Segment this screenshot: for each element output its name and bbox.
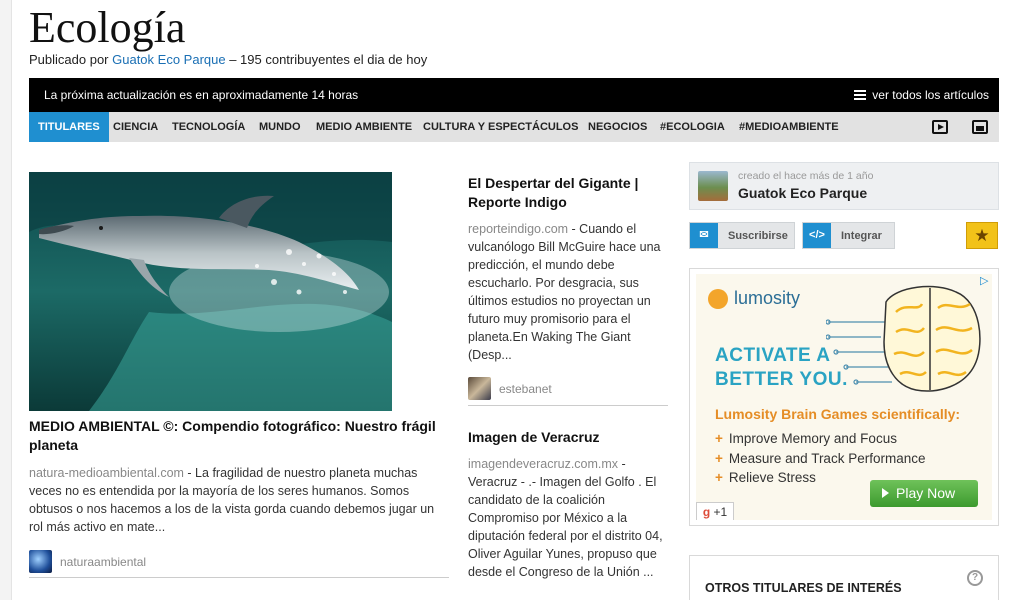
google-plus-one-label: +1 [713, 505, 728, 519]
author-avatar [468, 377, 491, 400]
category-nav: TITULARES CIENCIA TECNOLOGÍA MUNDO MEDIO… [29, 112, 999, 142]
lumosity-logo: lumosity [708, 288, 800, 309]
code-icon: </> [803, 223, 831, 248]
curator-avatar [698, 171, 728, 201]
help-icon[interactable]: ? [967, 570, 983, 586]
ad-bullet: + Measure and Track Performance [715, 450, 926, 466]
image-icon[interactable] [972, 120, 988, 134]
view-all-articles-link[interactable]: ver todos los artículos [854, 88, 989, 102]
tab-tecnologia[interactable]: TECNOLOGÍA [172, 112, 245, 142]
article-3-body: imagendeveracruz.com.mx - Veracruz - .- … [468, 455, 668, 581]
subscribe-button[interactable]: ✉ Suscribirse [689, 222, 795, 249]
article-3-source[interactable]: imagendeveracruz.com.mx [468, 457, 618, 471]
article-2-body: reporteindigo.com - Cuando el vulcanólog… [468, 220, 668, 364]
divider [468, 405, 668, 406]
byline-prefix: Publicado por [29, 52, 113, 67]
article-2-excerpt: - Cuando el vulcanólogo Bill McGuire hac… [468, 222, 661, 362]
page-title: Ecología [29, 3, 186, 52]
lumosity-brand: lumosity [734, 288, 801, 308]
article-1-source[interactable]: natura-medioambiental.com [29, 466, 184, 480]
tab-mundo[interactable]: MUNDO [259, 112, 301, 142]
view-all-articles-label: ver todos los artículos [872, 88, 989, 102]
article-2-title[interactable]: El Despertar del Gigante | Reporte Indig… [468, 174, 668, 212]
author-avatar [29, 550, 52, 573]
play-now-button[interactable]: Play Now [870, 480, 978, 507]
tab-ciencia[interactable]: CIENCIA [113, 112, 158, 142]
other-headlines-title: OTROS TITULARES DE INTERÉS [705, 581, 902, 595]
tab-titulares[interactable]: TITULARES [29, 112, 109, 142]
google-plus-one-button[interactable]: g +1 [696, 502, 734, 520]
lumosity-ad[interactable]: lumosity ACTIVATE A BETTER YOU. Lumosity … [696, 274, 992, 520]
byline-author-link[interactable]: Guatok Eco Parque [112, 52, 225, 67]
dolphin-photo[interactable] [29, 172, 392, 411]
update-bar: La próxima actualización es en aproximad… [29, 78, 999, 112]
article-3-title[interactable]: Imagen de Veracruz [468, 428, 668, 447]
tab-negocios[interactable]: NEGOCIOS [588, 112, 647, 142]
article-1-author[interactable]: naturaambiental [29, 550, 146, 573]
ad-subhead: Lumosity Brain Games scientifically: [715, 406, 961, 422]
tab-medioambiente-hashtag[interactable]: #MEDIOAMBIENTE [739, 112, 839, 142]
byline-suffix: – 195 contribuyentes el dia de hoy [225, 52, 428, 67]
embed-button[interactable]: </> Integrar [802, 222, 895, 249]
article-1-author-name: naturaambiental [60, 554, 147, 569]
left-page-edge [0, 0, 12, 600]
article-2-author[interactable]: estebanet [468, 377, 552, 400]
curator-profile[interactable]: creado el hace más de 1 año Guatok Eco P… [689, 162, 999, 210]
created-date: creado el hace más de 1 año [738, 170, 874, 182]
brain-illustration [826, 285, 981, 392]
tab-ecologia-hashtag[interactable]: #ECOLOGIA [660, 112, 725, 142]
curator-name[interactable]: Guatok Eco Parque [738, 185, 867, 201]
video-icon[interactable] [932, 120, 948, 134]
tab-medio-ambiente[interactable]: MEDIO AMBIENTE [316, 112, 412, 142]
ad-headline-line-1: ACTIVATE A [715, 345, 831, 366]
byline: Publicado por Guatok Eco Parque – 195 co… [29, 52, 427, 67]
article-1-body: natura-medioambiental.com - La fragilida… [29, 464, 449, 536]
advertisement: lumosity ACTIVATE A BETTER YOU. Lumosity … [689, 268, 999, 526]
ad-bullet: + Improve Memory and Focus [715, 431, 897, 446]
article-1-title[interactable]: MEDIO AMBIENTAL ©: Compendio fotográfico… [29, 417, 449, 455]
divider [29, 577, 449, 578]
update-note: La próxima actualización es en aproximad… [44, 88, 359, 102]
ad-bullets: + Improve Memory and Focus + Measure and T… [715, 429, 925, 488]
article-3-excerpt: - Veracruz - .- Imagen del Golfo . El ca… [468, 457, 663, 579]
article-2-source[interactable]: reporteindigo.com [468, 222, 568, 236]
embed-label: Integrar [841, 230, 882, 242]
other-headlines-panel: OTROS TITULARES DE INTERÉS ? [689, 555, 999, 600]
tab-cultura-espectaculos[interactable]: CULTURA Y ESPECTÁCULOS [423, 112, 578, 142]
adchoices-icon[interactable]: ▷ [980, 275, 992, 287]
subscribe-label: Suscribirse [728, 230, 788, 242]
star-icon[interactable]: ★ [966, 222, 998, 249]
article-2-author-name: estebanet [499, 381, 552, 396]
list-icon [854, 90, 867, 100]
ad-headline-line-2: BETTER YOU. [715, 369, 848, 390]
envelope-icon: ✉ [690, 223, 718, 248]
lumosity-logo-icon [708, 288, 728, 309]
ad-headline: ACTIVATE A BETTER YOU. [715, 344, 848, 392]
